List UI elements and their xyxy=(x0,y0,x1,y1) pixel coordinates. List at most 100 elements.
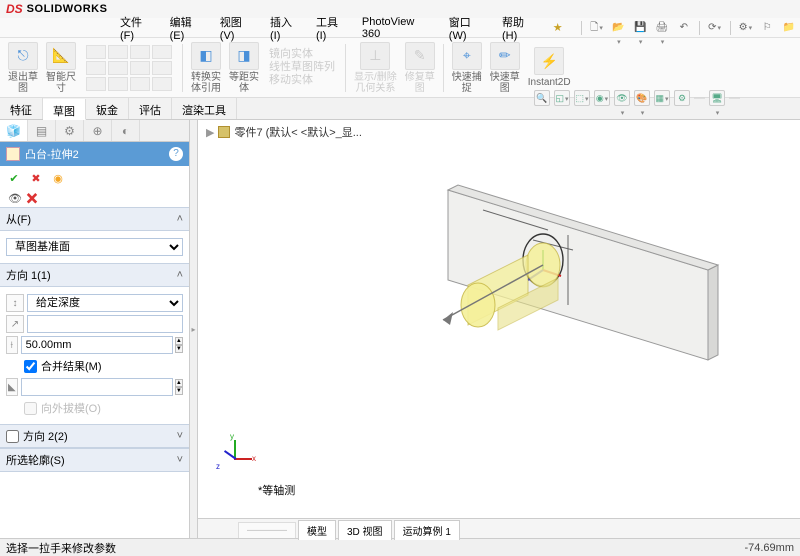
monitor-icon[interactable]: 🖥 xyxy=(709,90,725,106)
fm-tab-appearance[interactable]: ◐ xyxy=(112,120,140,141)
section-dir2[interactable]: 方向 2(2) ˅ xyxy=(0,424,189,448)
ribbon-quick-snap[interactable]: ⌖ 快速捕 捉 xyxy=(452,42,482,94)
ribbon-quick-sketch[interactable]: ✏ 快速草 图 xyxy=(490,42,520,94)
merge-checkbox[interactable] xyxy=(24,360,37,373)
part-icon xyxy=(218,126,230,138)
expand-icon[interactable]: ▶ xyxy=(206,126,214,139)
reverse-dir-icon[interactable]: ↕ xyxy=(6,294,24,312)
section-from[interactable]: 从(F) ˄ xyxy=(0,207,189,231)
ellipse-icon[interactable] xyxy=(152,61,172,75)
poly-icon[interactable] xyxy=(130,61,150,75)
point-icon[interactable] xyxy=(86,77,106,91)
depth-input[interactable] xyxy=(21,336,173,354)
rect-icon[interactable] xyxy=(86,61,106,75)
fm-tab-feature-tree[interactable]: 🧊 xyxy=(0,120,28,141)
direction-ref-icon[interactable]: ↗ xyxy=(6,315,24,333)
section-selected-contours[interactable]: 所选轮廓(S) ˅ xyxy=(0,448,189,472)
depth-icon[interactable]: ⟊ xyxy=(6,336,18,354)
tab-sketch[interactable]: 草图 xyxy=(43,99,86,120)
tab-evaluate[interactable]: 评估 xyxy=(129,98,172,119)
move-entities[interactable]: 移动实体 xyxy=(269,74,335,87)
tab-render[interactable]: 渲染工具 xyxy=(172,98,237,119)
new-doc-icon[interactable]: 🗋 xyxy=(589,20,605,36)
instant2d-icon: ⚡ xyxy=(534,47,564,75)
section-dir1[interactable]: 方向 1(1) ˄ xyxy=(0,263,189,287)
undo-icon[interactable]: ↶ xyxy=(676,20,692,36)
draft-icon[interactable]: ◣ xyxy=(6,378,18,396)
menu-view[interactable]: 视图(V) xyxy=(220,14,256,42)
open-icon[interactable]: 📂 xyxy=(610,20,626,36)
view-orient-icon[interactable]: ⬚ xyxy=(574,90,590,106)
from-select[interactable]: 草图基准面 xyxy=(6,238,183,256)
tab-feature[interactable]: 特征 xyxy=(0,98,43,119)
model-preview xyxy=(318,150,738,450)
direction-ref-input[interactable] xyxy=(27,315,183,333)
display-style-icon[interactable]: ◉ xyxy=(594,90,610,106)
text-icon[interactable] xyxy=(108,77,128,91)
tab-ghost[interactable]: ———— xyxy=(238,522,296,538)
menu-insert[interactable]: 插入(I) xyxy=(270,14,302,42)
save-icon[interactable]: 💾 xyxy=(632,20,648,36)
graphics-area[interactable]: ▶ 零件7 (默认< <默认>_显... xyxy=(198,120,800,538)
fm-tab-config[interactable]: ⚙ xyxy=(56,120,84,141)
sketch-tools-grid[interactable] xyxy=(86,45,172,91)
flag-icon[interactable]: ⚐ xyxy=(759,20,775,36)
menu-file[interactable]: 文件(F) xyxy=(120,14,156,42)
rebuild-icon[interactable]: ⟳ xyxy=(707,20,723,36)
draft-input[interactable] xyxy=(21,378,173,396)
dir2-checkbox[interactable] xyxy=(6,430,19,443)
appearance-icon[interactable]: 🎨 xyxy=(634,90,650,106)
breadcrumb-part[interactable]: 零件7 (默认< <默认>_显... xyxy=(234,124,361,140)
panel-tabs: 🧊 ▤ ⚙ ⊕ ◐ xyxy=(0,120,189,142)
tab-sheetmetal[interactable]: 钣金 xyxy=(86,98,129,119)
cancel-button[interactable]: ✖ xyxy=(28,170,44,186)
end-condition-select[interactable]: 给定深度 xyxy=(27,294,183,312)
ribbon: ⎋ 退出草 图 📐 智能尺 寸 ◧ 转换实 体引用 ◨ 等距实 体 镜向实体 线… xyxy=(0,38,800,98)
tab-motion[interactable]: 运动算例 1 xyxy=(394,520,460,540)
ok-button[interactable]: ✔ xyxy=(6,170,22,186)
line-icon[interactable] xyxy=(86,45,106,59)
ribbon-instant2d[interactable]: ⚡ Instant2D xyxy=(528,47,571,88)
ribbon-repair[interactable]: ✎ 修复草 图 xyxy=(405,42,435,94)
menu-window[interactable]: 窗口(W) xyxy=(449,14,488,42)
hide-show-icon[interactable]: 👁 xyxy=(614,90,630,106)
breadcrumb[interactable]: ▶ 零件7 (默认< <默认>_显... xyxy=(206,124,362,140)
separator xyxy=(182,44,183,92)
zoom-area-icon[interactable]: ◱ xyxy=(554,90,570,106)
menu-star[interactable]: ★ xyxy=(553,21,563,34)
zoom-fit-icon[interactable]: 🔍 xyxy=(534,90,550,106)
collapse-handle[interactable]: ▸ xyxy=(190,120,198,538)
circle-icon[interactable] xyxy=(130,45,150,59)
outward-checkbox xyxy=(24,402,37,415)
linear-pattern[interactable]: 线性草图阵列 xyxy=(269,61,335,74)
menu-help[interactable]: 帮助(H) xyxy=(502,14,539,42)
menu-tools[interactable]: 工具(I) xyxy=(316,14,348,42)
mirror-entities[interactable]: 镜向实体 xyxy=(269,48,335,61)
fm-tab-property[interactable]: ▤ xyxy=(28,120,56,141)
arc-icon[interactable] xyxy=(108,45,128,59)
detailed-preview-icon[interactable]: ◉ xyxy=(50,170,66,186)
ribbon-smart-dim[interactable]: 📐 智能尺 寸 xyxy=(46,42,76,94)
menu-photoview[interactable]: PhotoView 360 xyxy=(362,16,435,40)
eye-icon[interactable]: 👁 ✖ xyxy=(8,193,39,205)
draft-spin[interactable]: ▲▼ xyxy=(175,379,183,395)
help-icon[interactable]: ? xyxy=(169,147,183,161)
menu-edit[interactable]: 编辑(E) xyxy=(170,14,206,42)
view-settings-icon[interactable]: ⚙ xyxy=(674,90,690,106)
spline-icon[interactable] xyxy=(152,45,172,59)
print-icon[interactable]: 🖨 xyxy=(654,20,670,36)
ribbon-offset[interactable]: ◨ 等距实 体 xyxy=(229,42,259,94)
tab-model[interactable]: 模型 xyxy=(298,520,336,540)
slot-icon[interactable] xyxy=(108,61,128,75)
options-icon[interactable]: ⚙ xyxy=(737,20,753,36)
depth-spin[interactable]: ▲▼ xyxy=(175,337,183,353)
fillet-icon[interactable] xyxy=(130,77,150,91)
fm-tab-dimx[interactable]: ⊕ xyxy=(84,120,112,141)
chamfer-icon[interactable] xyxy=(152,77,172,91)
ribbon-exit-sketch[interactable]: ⎋ 退出草 图 xyxy=(8,42,38,94)
tab-3dview[interactable]: 3D 视图 xyxy=(338,520,392,540)
ribbon-convert[interactable]: ◧ 转换实 体引用 xyxy=(191,42,221,94)
folder-icon[interactable]: 📁 xyxy=(781,20,797,36)
ribbon-display-relations[interactable]: ⊥ 显示/删除 几何关系 xyxy=(354,42,397,94)
scene-icon[interactable]: ▦ xyxy=(654,90,670,106)
